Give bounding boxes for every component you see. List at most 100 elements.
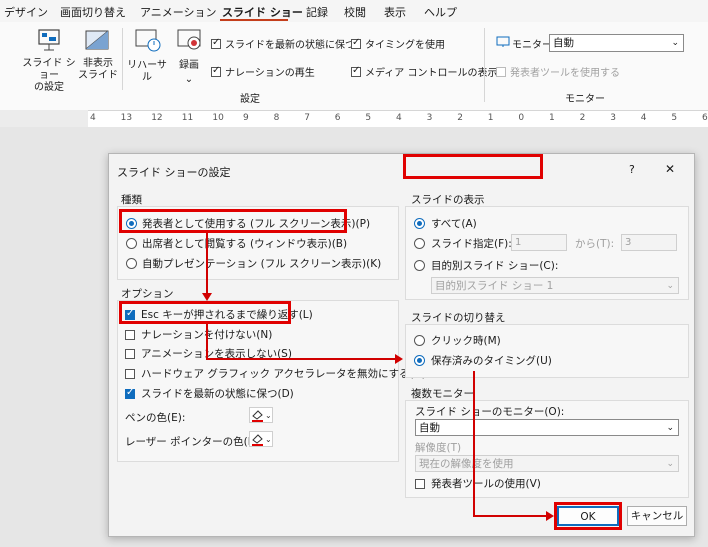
annotation-arrow-head bbox=[202, 293, 212, 301]
keep-updated-checkbox[interactable] bbox=[211, 37, 221, 49]
group-label-setup: 設定 bbox=[240, 94, 260, 105]
ruler-tick-label: 3 bbox=[610, 113, 616, 123]
monitor-select-label: スライド ショーのモニター(O): bbox=[415, 406, 565, 418]
ruler-tick-label: 0 bbox=[518, 113, 525, 123]
ruler-tick-label: 3 bbox=[426, 113, 433, 123]
show-all-label[interactable]: すべて(A) bbox=[431, 216, 477, 231]
ruler-tick-label: 5 bbox=[671, 113, 678, 123]
custom-show-radio[interactable] bbox=[414, 260, 425, 271]
use-timings-checkbox[interactable] bbox=[351, 37, 361, 49]
ruler-tick-label: 6 bbox=[702, 113, 708, 123]
disable-hw-accel-label[interactable]: ハードウェア グラフィック アクセラレータを無効にする(G) bbox=[141, 366, 426, 381]
rehearse-timings-button[interactable]: リハーサル bbox=[124, 60, 170, 84]
svg-text:⌄: ⌄ bbox=[265, 411, 272, 420]
custom-show-label[interactable]: 目的別スライド ショー(C): bbox=[431, 258, 558, 273]
advance-timings-radio[interactable] bbox=[414, 355, 425, 366]
window-browse-radio[interactable] bbox=[126, 238, 137, 249]
hide-slide-button[interactable]: 非表示 スライド bbox=[78, 58, 118, 82]
svg-text:⌄: ⌄ bbox=[265, 435, 272, 444]
annotation-arrow bbox=[206, 358, 398, 360]
separator bbox=[484, 28, 485, 102]
close-icon[interactable]: ✕ bbox=[665, 162, 675, 176]
chevron-down-icon: ⌄ bbox=[671, 38, 679, 48]
custom-show-value: 目的別スライド ショー 1 bbox=[435, 280, 554, 292]
keep-updated-dialog-checkbox[interactable] bbox=[125, 387, 135, 399]
ruler-tick-label: 13 bbox=[120, 113, 133, 123]
setup-slideshow-icon[interactable] bbox=[36, 28, 62, 54]
no-animation-checkbox[interactable] bbox=[125, 349, 135, 359]
slideshow-monitor-select[interactable]: 自動 ⌄ bbox=[415, 419, 679, 436]
range-from-spinner[interactable]: 1 bbox=[511, 234, 567, 251]
advance-group-title: スライドの切り替え bbox=[411, 312, 506, 324]
dialog-title: スライド ショーの設定 bbox=[117, 166, 231, 179]
monitor-value: 自動 bbox=[553, 37, 574, 49]
ruler-tick-label: 9 bbox=[243, 113, 249, 123]
hide-slide-icon[interactable] bbox=[84, 28, 110, 54]
range-to-label: から(T): bbox=[575, 238, 615, 250]
annotation-arrow-head bbox=[546, 511, 554, 521]
setup-slideshow-button[interactable]: スライド ショー の設定 bbox=[18, 58, 80, 94]
tab-slideshow[interactable]: スライド ショー bbox=[222, 4, 303, 20]
group-label-monitor: モニター bbox=[565, 94, 605, 105]
annotation-arrow bbox=[206, 324, 208, 359]
custom-show-select[interactable]: 目的別スライド ショー 1 ⌄ bbox=[431, 277, 679, 294]
annotation-arrow bbox=[206, 233, 208, 297]
chevron-down-icon: ⌄ bbox=[666, 423, 674, 433]
ruler-tick-label: 1 bbox=[487, 113, 494, 123]
tab-help[interactable]: ヘルプ bbox=[424, 4, 457, 20]
ribbon: スライド ショー の設定 非表示 スライド リハーサル 録画 ⌄ スライドを最新… bbox=[0, 22, 708, 111]
cancel-button[interactable]: キャンセル bbox=[627, 506, 687, 526]
show-slides-group-title: スライドの表示 bbox=[411, 194, 485, 206]
advance-timings-label[interactable]: 保存済みのタイミング(U) bbox=[431, 353, 552, 368]
monitors-group-title: 複数モニター bbox=[411, 388, 474, 400]
chevron-down-icon: ⌄ bbox=[666, 459, 674, 469]
resolution-select[interactable]: 現在の解像度を使用 ⌄ bbox=[415, 455, 679, 472]
annotation-arrow bbox=[473, 371, 475, 516]
ruler-tick-label: 4 bbox=[90, 113, 96, 123]
media-controls-checkbox[interactable] bbox=[351, 65, 361, 77]
pen-color-picker[interactable]: ⌄ bbox=[249, 407, 273, 423]
keep-updated-dialog-label[interactable]: スライドを最新の状態に保つ(D) bbox=[141, 386, 294, 401]
paint-bucket-icon: ⌄ bbox=[252, 410, 272, 422]
record-icon[interactable] bbox=[176, 28, 204, 54]
play-narration-checkbox[interactable] bbox=[211, 65, 221, 77]
ruler-tick-label: 11 bbox=[181, 113, 194, 123]
help-button[interactable]: ? bbox=[629, 163, 635, 176]
rehearse-timings-icon[interactable] bbox=[134, 28, 162, 54]
advance-manual-label[interactable]: クリック時(M) bbox=[431, 333, 501, 348]
tab-animations[interactable]: アニメーション bbox=[140, 4, 217, 20]
highlight-box bbox=[119, 301, 291, 324]
highlight-box bbox=[119, 209, 347, 233]
presenter-view-dialog-label[interactable]: 発表者ツールの使用(V) bbox=[431, 476, 541, 491]
record-button[interactable]: 録画 bbox=[174, 60, 204, 72]
ruler-tick-label: 2 bbox=[579, 113, 586, 123]
show-range-radio[interactable] bbox=[414, 238, 425, 249]
no-narration-checkbox[interactable] bbox=[125, 330, 135, 340]
resolution-label: 解像度(T) bbox=[415, 442, 462, 454]
ribbon-tab-bar: デザイン 画面切り替え アニメーション スライド ショー 記録 校閲 表示 ヘル… bbox=[0, 0, 708, 22]
ruler-tick-label: 7 bbox=[304, 113, 310, 123]
show-range-label[interactable]: スライド指定(F): bbox=[431, 236, 512, 251]
highlight-box bbox=[554, 502, 622, 530]
play-narration-label: ナレーションの再生 bbox=[225, 68, 315, 79]
range-to-spinner[interactable]: 3 bbox=[621, 234, 677, 251]
presenter-view-dialog-checkbox[interactable] bbox=[415, 479, 425, 489]
disable-hw-accel-checkbox[interactable] bbox=[125, 369, 135, 379]
tab-record[interactable]: 記録 bbox=[306, 4, 328, 20]
window-browse-label[interactable]: 出席者として閲覧する (ウィンドウ表示)(B) bbox=[142, 236, 347, 251]
tab-design[interactable]: デザイン bbox=[4, 4, 48, 20]
tab-view[interactable]: 表示 bbox=[384, 4, 406, 20]
monitor-select[interactable]: 自動 ⌄ bbox=[549, 34, 684, 52]
tab-review[interactable]: 校閲 bbox=[344, 4, 366, 20]
options-group-title: オプション bbox=[121, 288, 174, 300]
slideshow-monitor-value: 自動 bbox=[419, 422, 440, 434]
presenter-view-checkbox[interactable] bbox=[496, 67, 506, 77]
show-all-radio[interactable] bbox=[414, 218, 425, 229]
chevron-down-icon[interactable]: ⌄ bbox=[182, 74, 196, 86]
advance-manual-radio[interactable] bbox=[414, 335, 425, 346]
kiosk-label[interactable]: 自動プレゼンテーション (フル スクリーン表示)(K) bbox=[142, 256, 381, 271]
laser-color-picker[interactable]: ⌄ bbox=[249, 431, 273, 447]
annotation-arrow bbox=[473, 515, 549, 517]
tab-transitions[interactable]: 画面切り替え bbox=[60, 4, 126, 20]
kiosk-radio[interactable] bbox=[126, 258, 137, 269]
